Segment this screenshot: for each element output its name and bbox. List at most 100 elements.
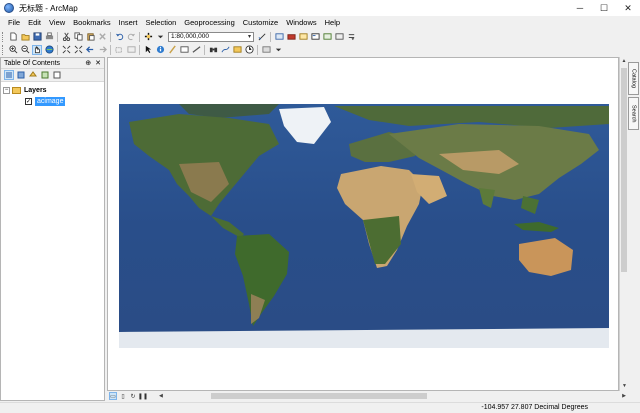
hyperlink-icon[interactable] (167, 45, 177, 55)
layer-visibility-checkbox[interactable]: ✓ (25, 98, 32, 105)
list-by-visibility-icon[interactable] (28, 70, 38, 80)
viewer-window-icon[interactable] (261, 45, 271, 55)
dropdown-arrow-icon[interactable] (273, 45, 283, 55)
menu-view[interactable]: View (45, 16, 69, 29)
close-button[interactable]: ✕ (616, 0, 640, 16)
arcmap-app-icon (4, 3, 14, 13)
collapse-toggle[interactable]: − (3, 87, 10, 94)
layers-folder-icon (12, 87, 21, 94)
editor-toolbar-icon[interactable] (257, 32, 267, 42)
delete-icon[interactable] (97, 32, 107, 42)
menu-edit[interactable]: Edit (24, 16, 45, 29)
results-window-icon[interactable] (334, 32, 344, 42)
list-by-selection-icon[interactable] (40, 70, 50, 80)
layer-tree: − Layers ✓ acimage (1, 82, 104, 110)
menu-selection[interactable]: Selection (141, 16, 180, 29)
minimize-button[interactable]: ─ (568, 0, 592, 16)
arctoolbox-icon[interactable] (286, 32, 296, 42)
modelbuilder-icon[interactable] (322, 32, 332, 42)
data-frame-label[interactable]: Layers (24, 87, 47, 94)
copy-icon[interactable] (73, 32, 83, 42)
toc-header: Table Of Contents ⊕ ✕ (1, 58, 104, 69)
full-extent-icon[interactable] (44, 45, 54, 55)
fixed-zoom-in-icon[interactable] (61, 45, 71, 55)
tree-row-acimage: ✓ acimage (3, 96, 102, 107)
scroll-left-icon[interactable]: ◀ (159, 392, 163, 400)
pan-hand-icon[interactable] (32, 44, 42, 55)
menu-geoprocessing[interactable]: Geoprocessing (180, 16, 238, 29)
menu-insert[interactable]: Insert (115, 16, 142, 29)
measure-icon[interactable] (191, 45, 201, 55)
clear-selection-icon[interactable] (126, 45, 136, 55)
pause-drawing-icon[interactable]: ❚❚ (138, 392, 148, 400)
undo-icon[interactable] (114, 32, 124, 42)
go-back-icon[interactable] (85, 45, 95, 55)
catalog-window-icon[interactable] (274, 32, 284, 42)
menu-help[interactable]: Help (321, 16, 344, 29)
tab-search[interactable]: Search (628, 97, 639, 130)
scroll-right-icon[interactable]: ▶ (622, 392, 626, 400)
tab-catalog[interactable]: Catalog (628, 62, 639, 95)
chevron-down-icon[interactable]: ▾ (248, 33, 251, 40)
scroll-down-icon[interactable]: ▼ (620, 382, 629, 391)
print-icon[interactable] (44, 32, 54, 42)
layout-view-icon[interactable]: ▯ (119, 392, 127, 400)
save-icon[interactable] (32, 32, 42, 42)
toolbar-separator (270, 31, 271, 42)
go-forward-icon[interactable] (97, 45, 107, 55)
map-scale-combobox[interactable]: 1:80,000,000 ▾ (168, 31, 254, 42)
map-scale-value: 1:80,000,000 (171, 33, 209, 40)
select-features-icon[interactable] (114, 45, 124, 55)
new-document-icon[interactable] (8, 32, 18, 42)
open-folder-icon[interactable] (20, 32, 30, 42)
redo-icon[interactable] (126, 32, 136, 42)
zoom-out-icon[interactable] (20, 45, 30, 55)
toc-toolbar (1, 69, 104, 82)
cut-icon[interactable] (61, 32, 71, 42)
horizontal-scroll-thumb[interactable] (210, 393, 427, 399)
menu-windows[interactable]: Windows (282, 16, 320, 29)
toc-options-icon[interactable] (52, 70, 62, 80)
find-route-icon[interactable] (220, 45, 230, 55)
scroll-up-icon[interactable]: ▲ (620, 57, 628, 66)
zoom-in-icon[interactable] (8, 45, 18, 55)
html-popup-icon[interactable] (179, 45, 189, 55)
go-to-xy-icon[interactable] (232, 45, 242, 55)
toolbar-separator (57, 31, 58, 42)
dropdown-arrow-icon[interactable] (155, 32, 165, 42)
toolbar-grip[interactable] (2, 44, 5, 55)
vertical-scroll-thumb[interactable] (621, 68, 627, 272)
horizontal-scrollbar[interactable]: ◀ ▶ (156, 392, 628, 400)
toolbar-separator (57, 44, 58, 55)
select-elements-icon[interactable] (143, 45, 153, 55)
fixed-zoom-out-icon[interactable] (73, 45, 83, 55)
pin-icon[interactable]: ⊕ (85, 59, 91, 67)
map-display[interactable] (107, 57, 619, 391)
refresh-icon[interactable]: ↻ (129, 392, 137, 400)
layer-name-acimage[interactable]: acimage (35, 97, 66, 106)
data-view-icon[interactable]: ▭ (109, 392, 117, 400)
toolbar-separator (257, 44, 258, 55)
python-window-icon[interactable] (310, 32, 320, 42)
menu-bookmarks[interactable]: Bookmarks (69, 16, 115, 29)
menu-file[interactable]: File (4, 16, 24, 29)
search-window-icon[interactable] (298, 32, 308, 42)
time-slider-icon[interactable] (244, 45, 254, 55)
list-by-drawing-order-icon[interactable] (4, 70, 14, 80)
tools-options-icon[interactable] (346, 32, 356, 42)
list-by-source-icon[interactable] (16, 70, 26, 80)
tab-search-label: Search (630, 104, 637, 123)
toolbar-separator (139, 44, 140, 55)
find-icon[interactable] (208, 45, 218, 55)
menu-bar: File Edit View Bookmarks Insert Selectio… (0, 16, 640, 29)
identify-icon[interactable] (155, 45, 165, 55)
maximize-button[interactable]: ☐ (592, 0, 616, 16)
close-icon[interactable]: ✕ (95, 59, 101, 67)
menu-customize[interactable]: Customize (239, 16, 282, 29)
add-data-icon[interactable] (143, 32, 153, 42)
paste-icon[interactable] (85, 32, 95, 42)
toolbar-grip[interactable] (2, 31, 5, 42)
world-satellite-image[interactable] (119, 104, 609, 348)
vertical-scrollbar[interactable]: ▲ ▼ (619, 57, 628, 391)
window-controls: ─ ☐ ✕ (568, 0, 640, 16)
